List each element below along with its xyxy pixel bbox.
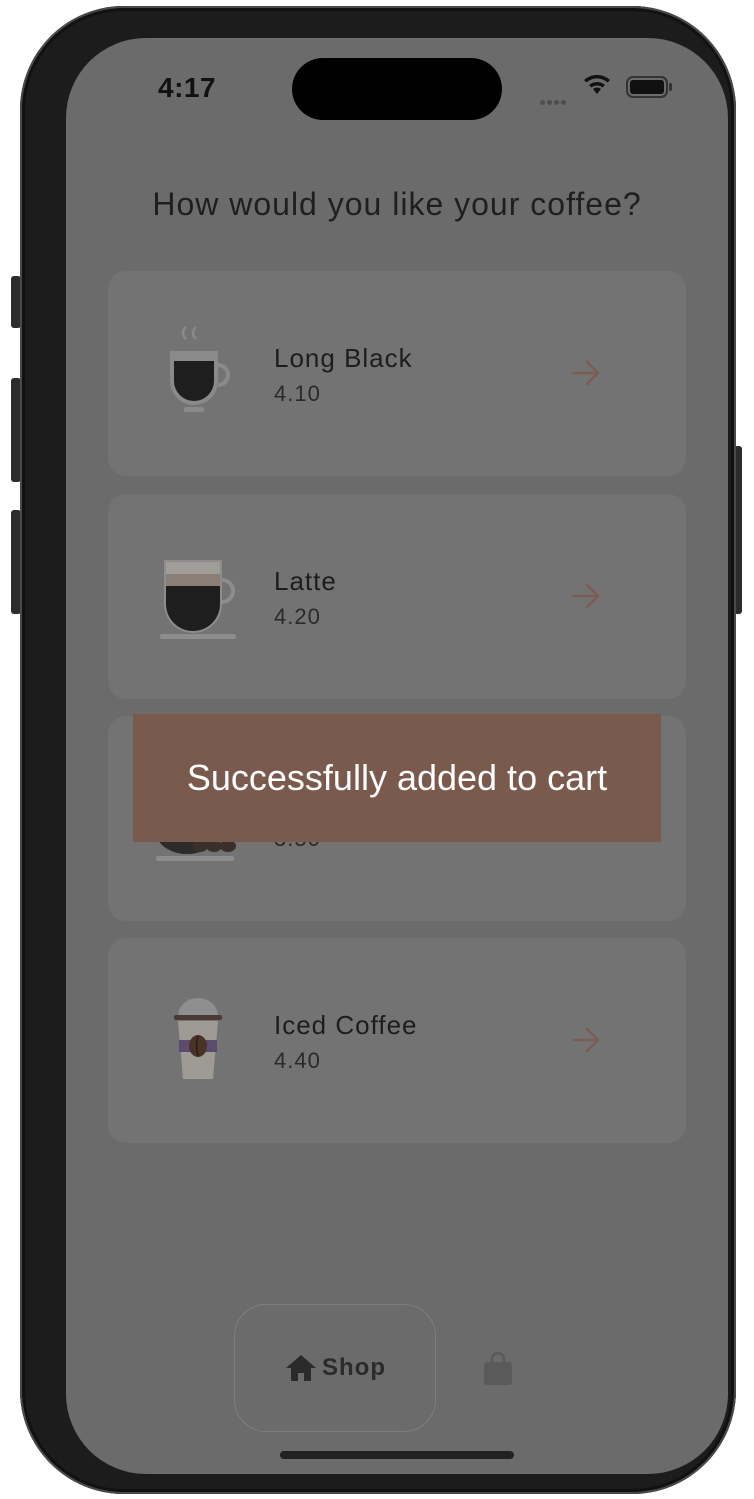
wifi-icon [584,74,610,94]
phone-frame: 4:17 How would you like your coffee? Lon… [20,6,736,1494]
product-card-long-black[interactable]: Long Black 4.10 [108,271,686,476]
product-price: 4.40 [274,1048,321,1073]
status-time: 4:17 [158,72,217,103]
dynamic-island [292,58,502,120]
home-indicator[interactable] [280,1451,514,1459]
app-screen: 4:17 How would you like your coffee? Lon… [66,38,728,1474]
product-name: Long Black [274,343,413,373]
arrow-right-icon[interactable] [570,582,602,610]
product-price: 4.20 [274,604,321,629]
arrow-right-icon[interactable] [570,1026,602,1054]
product-price: 4.10 [274,381,321,406]
product-name: Latte [274,566,337,596]
latte-cup-icon [160,560,236,639]
home-icon [286,1355,316,1381]
toast-message: Successfully added to cart [186,757,608,798]
arrow-right-icon[interactable] [570,359,602,387]
success-toast: Successfully added to cart [133,714,661,842]
long-black-cup-icon [170,326,230,412]
battery-icon [626,76,672,98]
product-card-latte[interactable]: Latte 4.20 [108,494,686,699]
page-title: How would you like your coffee? [152,186,642,222]
product-name: Iced Coffee [274,1010,418,1040]
shopping-bag-icon[interactable] [482,1352,514,1386]
tab-shop-label: Shop [322,1354,386,1381]
product-card-iced-coffee[interactable]: Iced Coffee 4.40 [108,938,686,1143]
cellular-signal-icon [540,92,568,110]
iced-coffee-cup-icon [174,995,222,1079]
tab-shop[interactable]: Shop [234,1304,436,1432]
